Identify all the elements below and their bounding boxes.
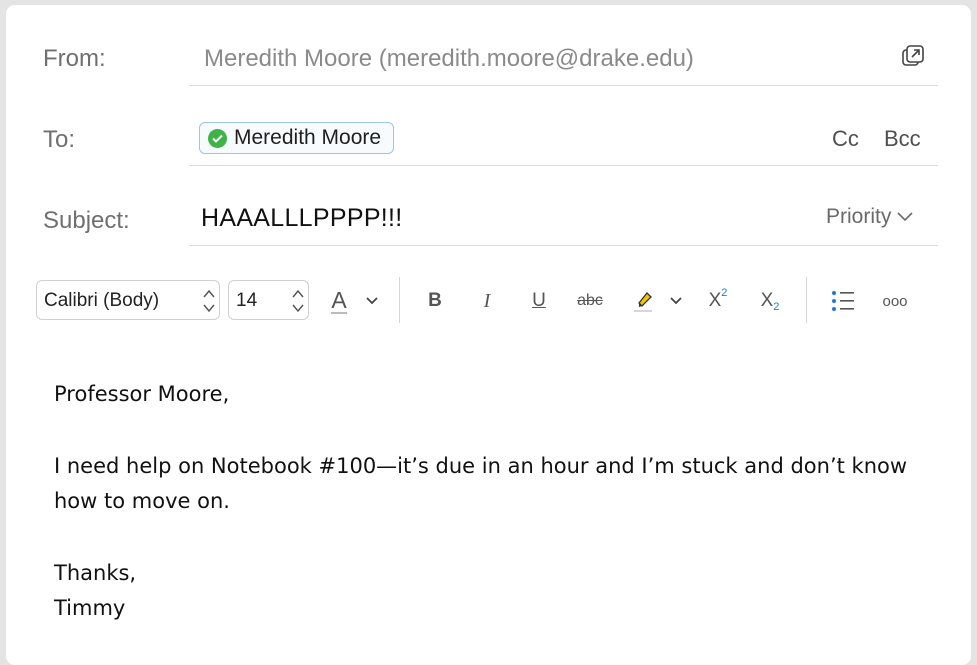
font-size-select[interactable]: 14 [228,280,309,320]
superscript-exp: 2 [721,287,728,299]
font-color-icon: A [331,287,347,314]
highlighter-icon [634,292,652,312]
chevron-down-icon [670,297,682,305]
chevron-down-icon [366,297,378,305]
bold-button[interactable]: B [422,286,448,316]
body-paragraph: I need help on Notebook #100—it’s due in… [54,454,908,513]
recipient-chip[interactable]: Meredith Moore [199,122,395,154]
underline-button[interactable]: U [526,286,552,316]
font-family-select[interactable]: Calibri (Body) [36,280,220,320]
highlight-dropdown[interactable] [666,286,686,316]
superscript-base: X [708,290,722,311]
toolbar-separator [399,277,400,323]
superscript-button[interactable]: X2 [702,286,734,316]
popout-icon[interactable] [902,45,924,67]
verified-check-icon [208,128,227,148]
greeting-line: Professor Moore, [54,382,230,406]
from-divider [189,85,938,86]
subscript-exp: 2 [773,301,780,313]
subject-divider [189,245,938,246]
priority-dropdown[interactable]: Priority [826,205,913,229]
from-label: From: [43,45,106,72]
italic-button[interactable]: I [474,286,500,316]
toolbar-separator [806,277,807,323]
highlight-button[interactable] [628,286,658,316]
font-family-value: Calibri (Body) [44,290,160,311]
subscript-button[interactable]: X2 [754,286,786,316]
bcc-button[interactable]: Bcc [884,126,921,152]
stepper-arrows-icon [203,289,215,313]
compose-window: From: Meredith Moore (meredith.moore@dra… [6,5,971,665]
bullet-list-button[interactable] [828,286,858,316]
more-options-button[interactable]: ooo [878,286,912,316]
bullet-list-icon [832,291,854,311]
to-label: To: [43,126,76,153]
to-divider [189,165,938,166]
subject-label: Subject: [43,207,130,234]
font-color-dropdown[interactable] [362,286,382,316]
cc-button[interactable]: Cc [832,126,859,152]
font-color-button[interactable]: A [324,286,354,316]
subscript-base: X [760,290,774,311]
subject-input[interactable]: HAAALLLPPPP!!! [201,204,403,233]
from-field[interactable]: Meredith Moore (meredith.moore@drake.edu… [204,45,694,73]
font-size-value: 14 [236,290,258,311]
message-body[interactable]: Professor Moore, I need help on Notebook… [54,377,934,626]
priority-label: Priority [826,205,892,228]
stepper-arrows-icon [292,289,304,313]
closing-line: Thanks, [54,561,137,585]
signature-line: Timmy [54,596,126,620]
strikethrough-button[interactable]: abc [572,286,608,316]
chevron-down-icon [897,212,913,222]
recipient-name: Meredith Moore [234,126,382,149]
